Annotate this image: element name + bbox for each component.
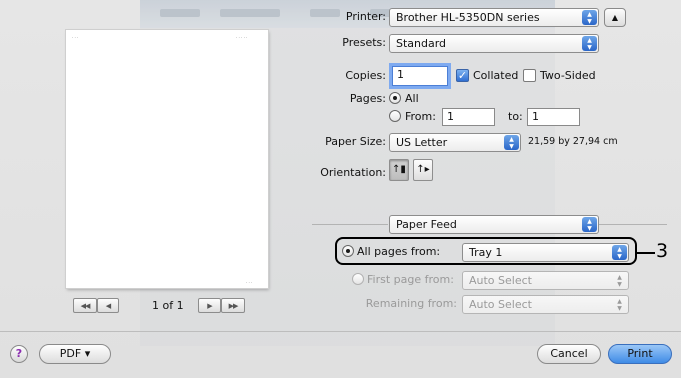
collapse-dialog-button[interactable]: ▲ [604, 8, 626, 27]
paper-size-label: Paper Size: [325, 135, 386, 148]
print-preview-page: · · · · · · · · · · · [66, 30, 268, 288]
pdf-button[interactable]: PDF ▾ [39, 344, 111, 364]
pages-from-value: 1 [447, 110, 454, 123]
updown-arrows-icon: ▲ ▼ [617, 274, 622, 288]
page-indicator: 1 of 1 [152, 299, 184, 312]
cancel-button[interactable]: Cancel [537, 344, 601, 364]
presets-label: Presets: [342, 36, 386, 49]
print-button[interactable]: Print [608, 344, 672, 364]
presets-popup[interactable]: Standard ▲ ▼ [389, 34, 599, 53]
first-page-button[interactable]: ◀◀ [73, 298, 97, 313]
orientation-label: Orientation: [320, 166, 386, 179]
pages-label: Pages: [349, 92, 386, 105]
paper-size-value: US Letter [396, 136, 448, 149]
portrait-orientation-icon: ↑▮ [392, 164, 406, 175]
panel-value: Paper Feed [396, 218, 457, 231]
pages-from-label: From: [405, 110, 436, 123]
callout-line [637, 252, 655, 254]
landscape-orientation-icon: ↑▸ [416, 164, 430, 175]
pages-all-label: All [405, 92, 419, 105]
updown-arrows-icon: ▲ ▼ [504, 135, 519, 150]
triangle-up-icon: ▲ [611, 13, 619, 22]
print-dialog: · · · · · · · · · · · ◀◀ ◀ 1 of 1 ▶ ▶▶ P… [0, 0, 681, 378]
pages-to-value: 1 [532, 110, 539, 123]
two-sided-checkbox[interactable] [523, 69, 536, 82]
paper-size-dimensions: 21,59 by 27,94 cm [528, 136, 618, 147]
remaining-from-label: Remaining from: [365, 297, 457, 310]
cancel-button-label: Cancel [550, 347, 588, 360]
last-page-button[interactable]: ▶▶ [221, 298, 245, 313]
copies-label: Copies: [345, 69, 386, 82]
paper-size-popup[interactable]: US Letter ▲ ▼ [389, 133, 521, 152]
next-page-button[interactable]: ▶ [198, 298, 221, 313]
collated-label: Collated [473, 69, 519, 82]
previous-page-button[interactable]: ◀ [97, 298, 119, 313]
copies-input[interactable]: 1 [392, 66, 448, 86]
panel-popup[interactable]: Paper Feed ▲ ▼ [389, 215, 599, 234]
updown-arrows-icon: ▲ ▼ [582, 36, 597, 51]
print-button-label: Print [627, 347, 653, 360]
first-page-from-radio[interactable] [352, 273, 364, 285]
updown-arrows-icon: ▲ ▼ [582, 10, 597, 25]
printer-label: Printer: [345, 10, 386, 23]
pages-from-radio[interactable] [389, 110, 401, 122]
remaining-from-value: Auto Select [469, 298, 532, 311]
portrait-orientation-button[interactable]: ↑▮ [389, 159, 409, 181]
first-page-from-value: Auto Select [469, 274, 532, 287]
first-page-from-label: First page from: [367, 273, 454, 286]
landscape-orientation-button[interactable]: ↑▸ [413, 159, 433, 181]
updown-arrows-icon: ▲ ▼ [617, 298, 622, 312]
collated-checkbox[interactable]: ✓ [456, 69, 469, 82]
first-page-from-popup[interactable]: Auto Select ▲ ▼ [462, 271, 629, 290]
two-sided-label: Two-Sided [540, 69, 596, 82]
callout-box [335, 237, 637, 265]
printer-popup[interactable]: Brother HL-5350DN series ▲ ▼ [389, 8, 599, 27]
pages-to-input[interactable]: 1 [527, 108, 580, 126]
pdf-button-label: PDF ▾ [59, 347, 91, 360]
bottom-separator [0, 331, 681, 332]
pages-to-label: to: [508, 110, 523, 123]
pages-from-input[interactable]: 1 [442, 108, 495, 126]
printer-value: Brother HL-5350DN series [396, 11, 540, 24]
panel-separator-left [312, 224, 388, 225]
updown-arrows-icon: ▲ ▼ [582, 217, 597, 232]
copies-value: 1 [397, 68, 404, 81]
callout-number: 3 [656, 240, 669, 262]
panel-separator-right [599, 224, 667, 225]
presets-value: Standard [396, 37, 447, 50]
help-button[interactable]: ? [10, 345, 28, 363]
pages-all-radio[interactable] [389, 92, 401, 104]
remaining-from-popup[interactable]: Auto Select ▲ ▼ [462, 295, 629, 314]
help-icon: ? [15, 347, 23, 360]
